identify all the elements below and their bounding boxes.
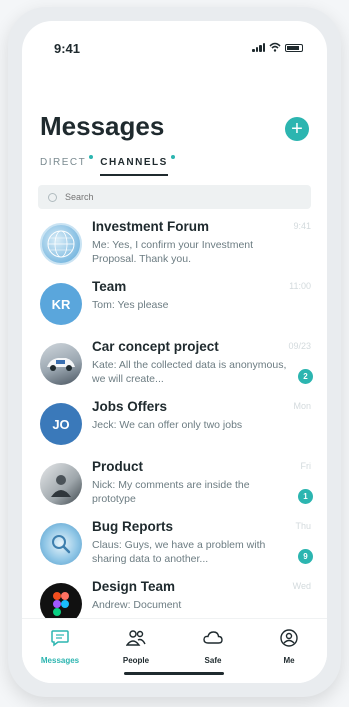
conversation-time: Wed (292, 581, 311, 591)
conversation-time: Thu (295, 521, 311, 531)
conversation-investment-forum[interactable]: Investment Forum Me: Yes, I confirm your… (22, 219, 327, 279)
conversation-time: 09/23 (288, 341, 311, 351)
tab-label: Messages (40, 656, 80, 665)
conversation-title: Jobs Offers (92, 399, 168, 414)
conversation-preview: Jeck: We can offer only two jobs (92, 419, 243, 431)
status-icons (252, 42, 303, 52)
conversation-preview: Nick: My comments are inside the prototy… (92, 479, 250, 505)
conversation-preview: Kate: All the collected data is anonymou… (92, 359, 287, 385)
magnifier-icon (52, 535, 71, 554)
car-avatar (40, 343, 82, 385)
home-indicator (124, 672, 224, 675)
tab-safe[interactable]: Safe (183, 629, 243, 665)
conversation-bug-reports[interactable]: Bug Reports Claus: Guys, we have a probl… (22, 519, 327, 579)
conversation-title: Design Team (92, 579, 176, 594)
chat-icon (51, 630, 69, 647)
people-icon (125, 630, 146, 646)
tab-me[interactable]: Me (259, 629, 319, 665)
search-bar[interactable] (38, 185, 311, 209)
signal-icon (252, 43, 265, 52)
conversation-title: Product (92, 459, 144, 474)
conversation-car-concept[interactable]: Car concept project Kate: All the collec… (22, 339, 327, 399)
conversation-title: Team (92, 279, 127, 294)
tab-channels-label: CHANNELS (100, 157, 168, 168)
tab-label: Safe (204, 656, 222, 665)
globe-avatar (40, 223, 82, 265)
bug-avatar (40, 523, 82, 565)
conversation-preview: Tom: Yes please (92, 299, 169, 311)
unread-badge: 1 (298, 489, 313, 504)
tab-direct-label: DIRECT (40, 157, 87, 168)
globe-icon (47, 230, 75, 258)
avatar-kr: KR (40, 283, 82, 325)
conversation-time: 9:41 (293, 221, 311, 231)
tab-channels[interactable]: CHANNELS (100, 155, 175, 176)
person-icon (51, 475, 71, 497)
conversation-preview: Claus: Guys, we have a problem with shar… (92, 539, 266, 565)
product-avatar (40, 463, 82, 505)
conversation-time: 11:00 (289, 281, 311, 291)
conversation-preview: Me: Yes, I confirm your Investment Propo… (92, 239, 254, 265)
user-icon (280, 629, 298, 647)
conversation-team[interactable]: KR Team Tom: Yes please 11:00 (22, 279, 327, 339)
wifi-icon (269, 42, 281, 52)
page-title: Messages (40, 111, 165, 141)
status-time: 9:41 (54, 41, 81, 56)
conversation-title: Bug Reports (92, 519, 173, 534)
conversation-preview: Andrew: Document (92, 599, 182, 611)
tab-messages[interactable]: Messages (30, 629, 90, 665)
tab-people[interactable]: People (106, 629, 166, 665)
conversation-time: Mon (293, 401, 311, 411)
message-tabs: DIRECT CHANNELS (40, 155, 175, 176)
figma-icon (53, 592, 69, 616)
cloud-icon (203, 631, 223, 644)
tab-label: Me (283, 656, 295, 665)
tab-label: People (122, 656, 150, 665)
unread-badge: 2 (298, 369, 313, 384)
add-message-button[interactable]: + (285, 117, 309, 141)
app-screen: 9:41 Messages + DIRECT CHANNELS Search I… (22, 21, 327, 683)
search-input[interactable] (63, 191, 287, 203)
conversation-jobs-offers[interactable]: JO Jobs Offers Jeck: We can offer only t… (22, 399, 327, 459)
phone-frame: 9:41 Messages + DIRECT CHANNELS Search I… (8, 7, 341, 697)
avatar-jo: JO (40, 403, 82, 445)
search-icon (48, 192, 57, 202)
tab-direct[interactable]: DIRECT (40, 155, 94, 176)
conversation-title: Investment Forum (92, 219, 210, 234)
unread-dot (89, 155, 94, 159)
unread-badge: 9 (298, 549, 313, 564)
conversation-time: Fri (300, 461, 312, 471)
bottom-tab-bar: Messages People Safe Me (22, 618, 327, 683)
car-icon (47, 358, 75, 371)
battery-icon (285, 44, 303, 52)
conversation-title: Car concept project (92, 339, 219, 354)
unread-dot (170, 155, 175, 159)
status-bar: 9:41 (22, 21, 327, 65)
conversation-product[interactable]: Product Nick: My comments are inside the… (22, 459, 327, 519)
